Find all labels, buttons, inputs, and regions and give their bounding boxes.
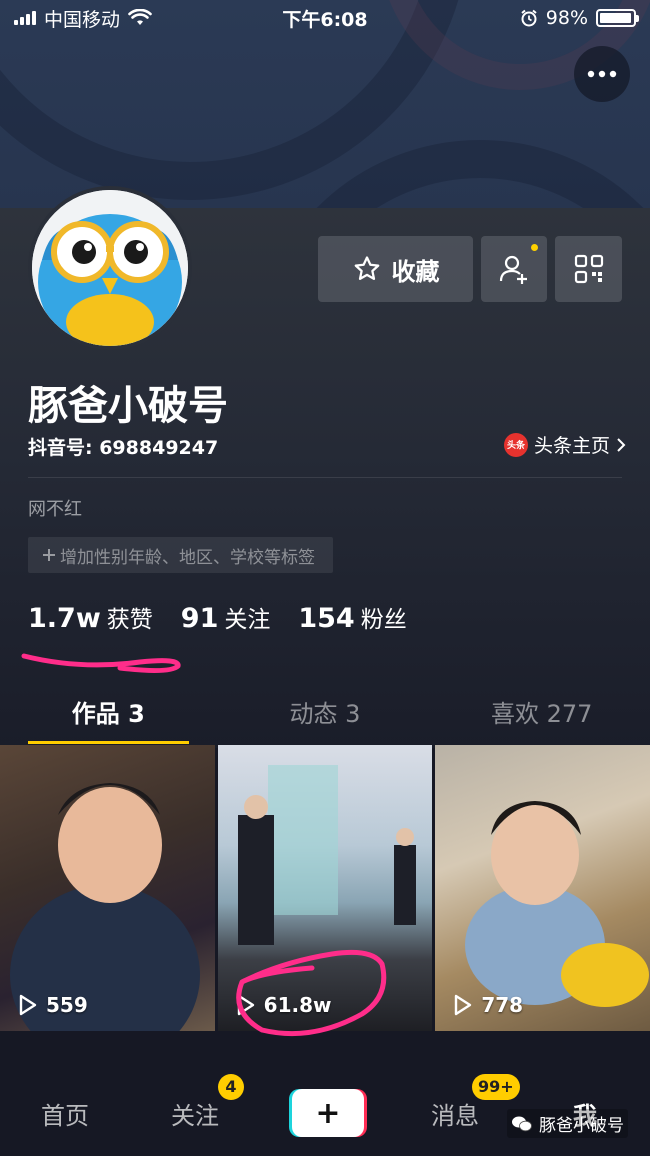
- divider: [28, 477, 622, 478]
- carrier-label: 中国移动: [44, 8, 121, 31]
- qr-code-icon: [574, 254, 603, 284]
- video-thumbnail[interactable]: 778: [435, 745, 650, 1031]
- collect-button[interactable]: 收藏: [318, 236, 473, 302]
- nav-follow-label: 关注: [171, 1101, 219, 1130]
- nav-home-label: 首页: [41, 1101, 89, 1130]
- tab-works[interactable]: 作品 3: [0, 688, 217, 744]
- play-count: 559: [18, 993, 88, 1017]
- tab-likes[interactable]: 喜欢 277: [433, 688, 650, 744]
- play-icon: [455, 994, 472, 1016]
- play-icon: [19, 994, 37, 1016]
- add-tags-button[interactable]: 增加性别年龄、地区、学校等标签: [28, 537, 333, 573]
- plus-icon: [43, 549, 55, 561]
- video-thumbnail[interactable]: 559: [0, 745, 215, 1031]
- video-thumbnail-image: [465, 801, 650, 1007]
- status-bar: 中国移动 下午6:08 98%: [0, 0, 650, 36]
- followers-count: 154: [298, 603, 355, 634]
- alarm-icon: [521, 9, 537, 27]
- play-count: 778: [453, 993, 523, 1017]
- chevron-right-icon: [617, 437, 626, 452]
- plus-icon: +: [292, 1089, 364, 1137]
- wechat-icon: [512, 1116, 532, 1131]
- battery-icon: [596, 9, 639, 27]
- toutiao-logo-icon: 头条: [503, 432, 528, 457]
- owl-avatar-image: [32, 190, 188, 346]
- add-user-icon: [499, 255, 527, 284]
- likes-stat: 1.7w 获赞: [28, 600, 153, 634]
- nav-home[interactable]: 首页: [0, 1096, 130, 1131]
- avatar[interactable]: [28, 186, 192, 350]
- play-count-value: 778: [481, 993, 524, 1017]
- wechat-watermark: 豚爸小破号: [507, 1109, 628, 1138]
- qr-code-button[interactable]: [555, 236, 622, 302]
- following-count: 91: [180, 603, 219, 634]
- toutiao-link-label: 头条主页: [533, 435, 610, 457]
- video-thumbnail-image: [10, 783, 200, 1031]
- nav-messages-label: 消息: [431, 1101, 479, 1130]
- add-tags-label: 增加性别年龄、地区、学校等标签: [60, 547, 315, 568]
- followers-stat[interactable]: 154 粉丝: [298, 600, 406, 634]
- more-options-button[interactable]: [574, 46, 630, 102]
- highlight-circle-annotation: [236, 949, 387, 1037]
- wifi-icon: [128, 9, 152, 25]
- play-count-value: 559: [46, 993, 88, 1017]
- profile-bio: 网不红: [28, 499, 82, 520]
- add-friend-button[interactable]: [481, 236, 547, 302]
- followers-label: 粉丝: [360, 607, 407, 633]
- tab-moments[interactable]: 动态 3: [217, 688, 434, 744]
- profile-nickname: 豚爸小破号: [28, 383, 228, 429]
- create-video-button[interactable]: +: [289, 1089, 367, 1137]
- toutiao-homepage-link[interactable]: 头条 头条主页: [503, 431, 626, 458]
- messages-badge: 99+: [472, 1073, 520, 1100]
- follow-badge: 4: [218, 1073, 244, 1100]
- profile-stats: 1.7w 获赞 91 关注 154 粉丝: [28, 600, 407, 634]
- battery-percent: 98%: [545, 7, 588, 29]
- nav-follow[interactable]: 关注 4: [130, 1073, 260, 1131]
- highlight-underline-annotation: [21, 653, 181, 674]
- ellipsis-icon: [587, 70, 617, 78]
- likes-count: 1.7w: [28, 603, 101, 634]
- star-icon: [354, 256, 379, 280]
- notification-dot: [531, 244, 538, 251]
- douyin-id: 抖音号: 698849247: [28, 437, 219, 459]
- collect-label: 收藏: [391, 257, 440, 286]
- watermark-label: 豚爸小破号: [539, 1116, 624, 1136]
- following-label: 关注: [224, 607, 271, 633]
- likes-label: 获赞: [106, 607, 153, 633]
- following-stat[interactable]: 91 关注: [181, 600, 271, 634]
- signal-icon: [14, 11, 36, 25]
- content-tabs: 作品 3 动态 3 喜欢 277: [0, 688, 650, 744]
- nav-messages[interactable]: 消息 99+: [390, 1073, 520, 1131]
